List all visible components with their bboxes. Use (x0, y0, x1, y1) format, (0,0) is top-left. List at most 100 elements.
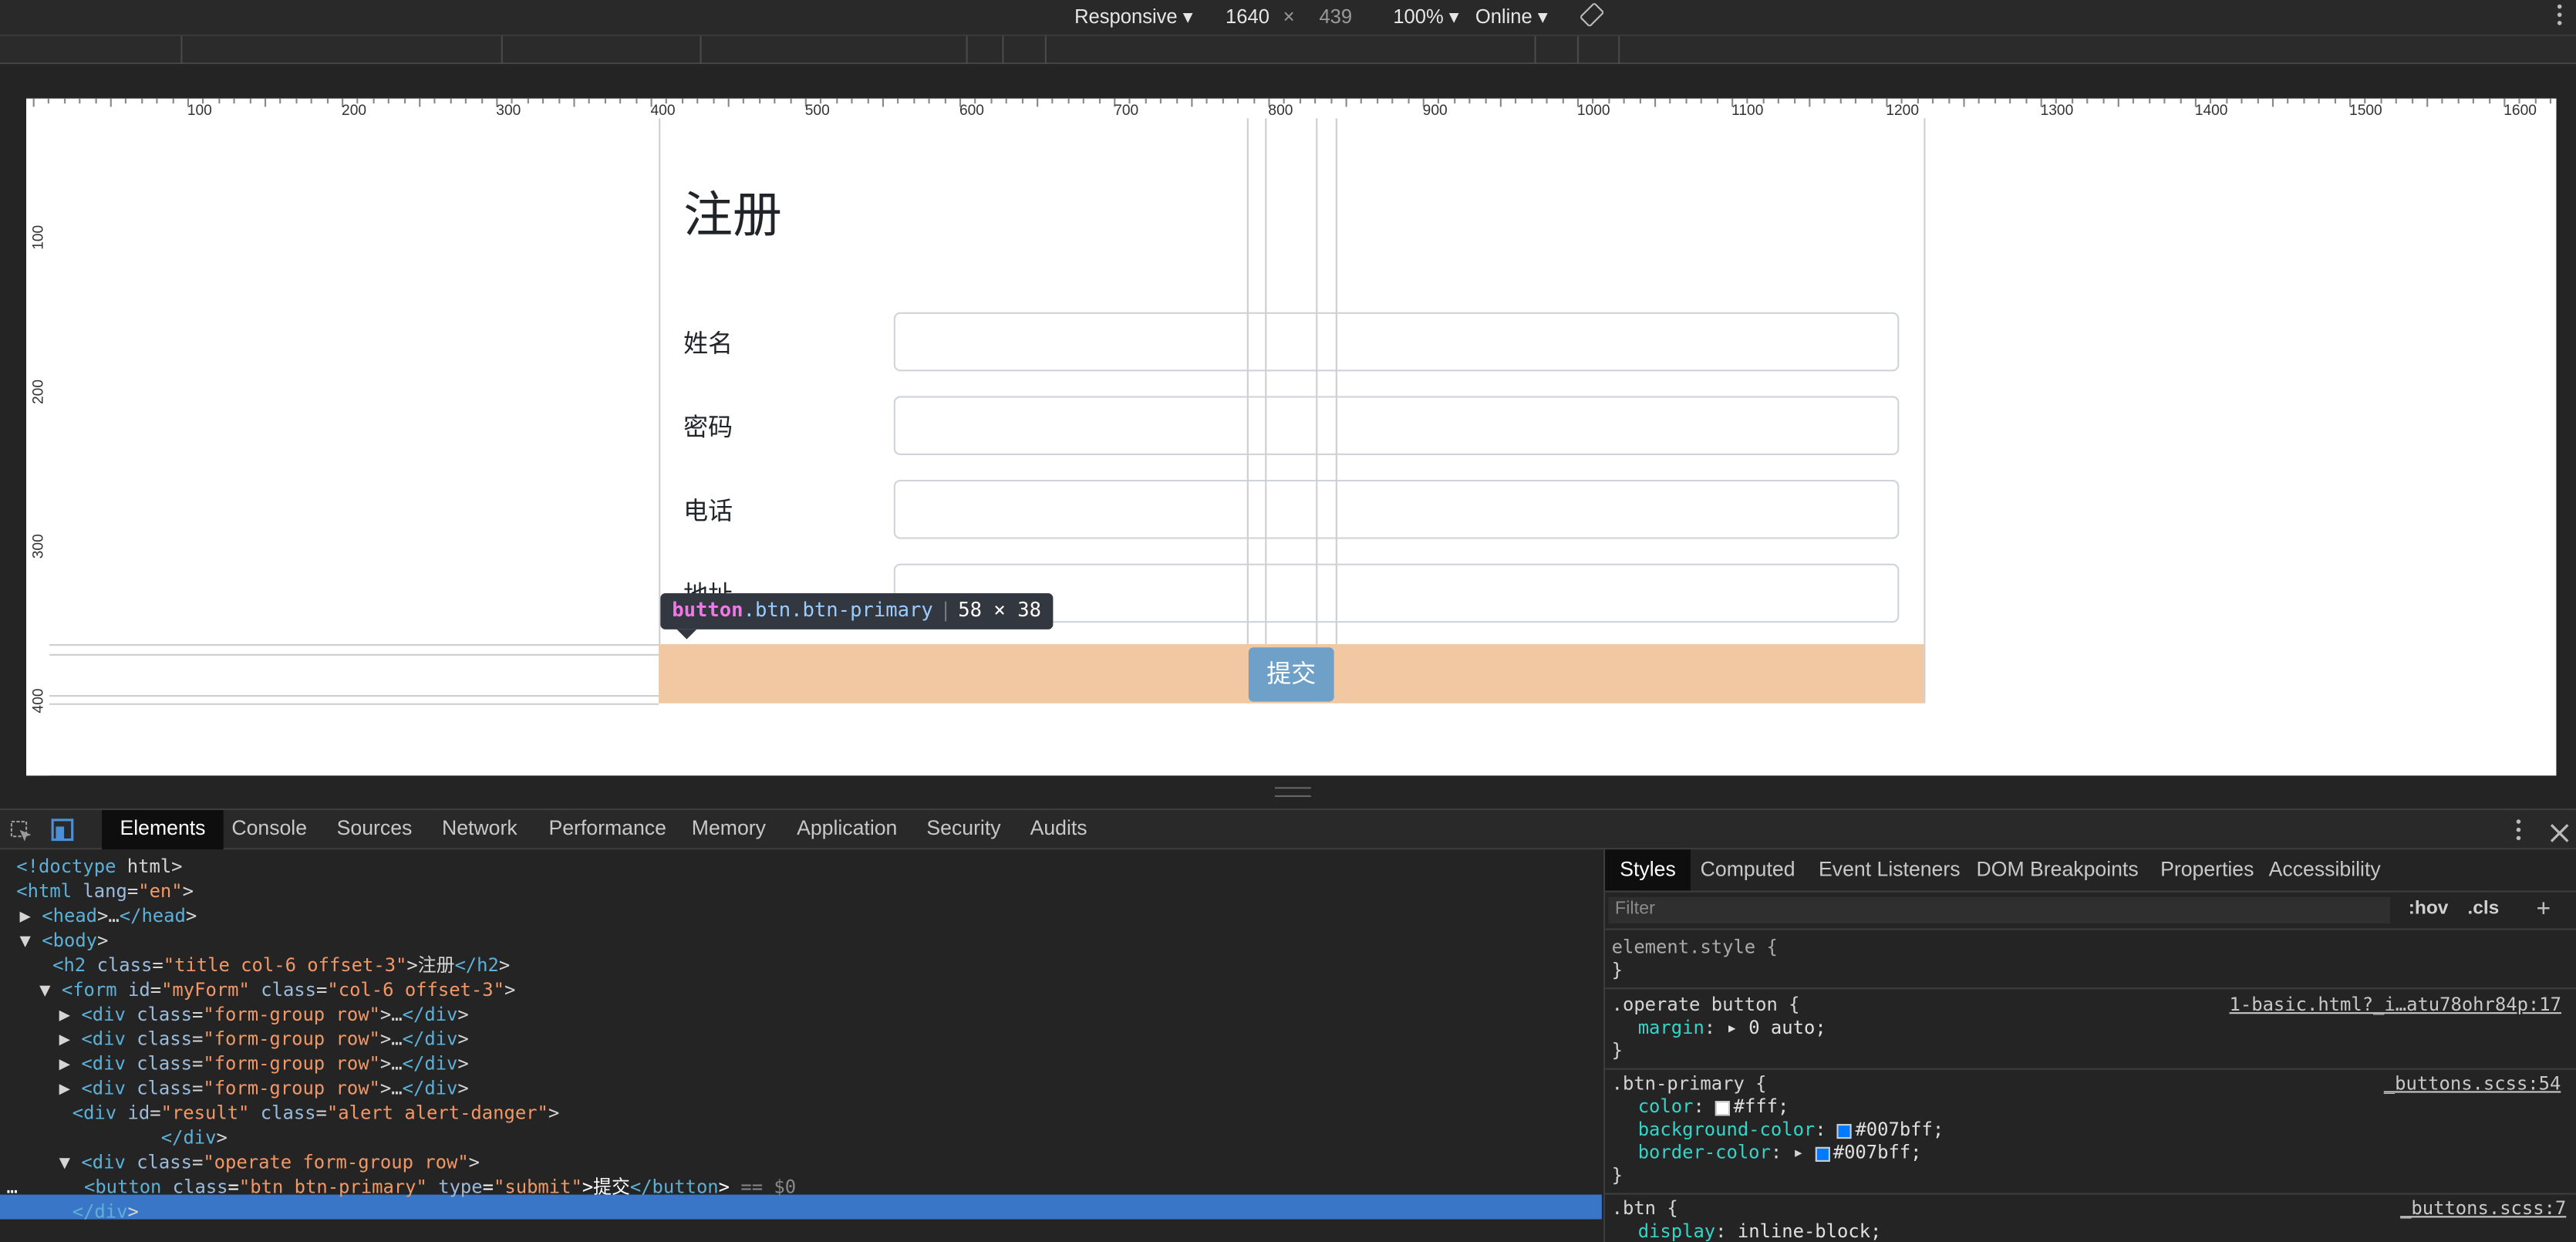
tooltip-tag: button (672, 598, 743, 622)
tab-audits[interactable]: Audits (1030, 817, 1087, 840)
tab-elements[interactable]: Elements (102, 810, 224, 850)
ruler-tick (2241, 98, 2243, 104)
ruler-tick (419, 98, 421, 107)
ruler-tick (2117, 98, 2119, 107)
primary-swatch[interactable] (1815, 1146, 1830, 1161)
ruler-tick (2163, 98, 2166, 104)
styles-tab-accessibility[interactable]: Accessibility (2269, 858, 2381, 881)
tab-application[interactable]: Application (797, 817, 897, 840)
ruler-tick (1468, 98, 1471, 104)
ruler-tick (1654, 98, 1657, 107)
ruler-label: 1400 (2194, 102, 2228, 119)
password-input[interactable] (893, 396, 1900, 456)
btn-primary-source-link[interactable]: _buttons.scss:54 (2384, 1073, 2561, 1096)
operate-source-link[interactable]: 1-basic.html?_i…atu78ohr84p:17 (2230, 994, 2561, 1018)
styles-tab-styles[interactable]: Styles (1605, 849, 1691, 891)
ruler-tick (2133, 98, 2135, 104)
rotate-icon[interactable] (1580, 2, 1604, 31)
tab-console[interactable]: Console (231, 817, 307, 840)
phone-input[interactable] (893, 479, 1900, 539)
dom-node[interactable]: ▶ <div class="form-group row">…</div> (59, 1002, 469, 1027)
dom-node[interactable]: </div> (72, 1200, 139, 1224)
devtools-menu-icon[interactable] (2514, 817, 2524, 850)
close-devtools-icon[interactable] (2550, 818, 2570, 849)
dom-node[interactable]: ▼ <form id="myForm" class="col-6 offset-… (39, 977, 515, 1002)
ruler-label: 900 (1422, 102, 1448, 119)
device-select[interactable]: Responsive ▾ (1074, 5, 1193, 28)
dom-node[interactable]: <h2 class="title col-6 offset-3">注册</h2> (52, 953, 510, 977)
white-swatch[interactable] (1715, 1100, 1731, 1115)
ruler-tick (619, 98, 622, 104)
more-options-icon[interactable] (2554, 2, 2564, 32)
dom-node[interactable]: </div> (161, 1126, 228, 1150)
ruler-tick (264, 98, 267, 107)
viewport-width-input[interactable]: 1640 (1226, 5, 1269, 28)
display-declaration[interactable]: display: inline-block; (1638, 1221, 1882, 1242)
dom-node-selected[interactable]: … <button class="btn btn-primary" type="… (7, 1175, 797, 1200)
styles-tab-properties[interactable]: Properties (2160, 858, 2254, 881)
ruler-tick (1006, 98, 1008, 104)
class-toggle[interactable]: .cls (2467, 899, 2499, 919)
dom-node[interactable]: ▼ <body> (20, 929, 109, 953)
background-color-declaration[interactable]: background-color: #007bff; (1638, 1119, 1944, 1142)
submit-button[interactable]: 提交 (1248, 647, 1334, 702)
ruler-tick (1237, 98, 1239, 104)
resize-handle[interactable] (1274, 787, 1311, 798)
btn-source-link[interactable]: _buttons.scss:7 (2400, 1198, 2566, 1221)
viewport-height-input[interactable]: 439 (1319, 5, 1352, 28)
add-rule-icon[interactable]: + (2537, 896, 2551, 922)
ruler-label: 1000 (1576, 102, 1610, 119)
ruler-tick (2442, 98, 2444, 104)
dom-node[interactable]: ▶ <head>…</head> (20, 904, 197, 929)
guide-line (1246, 98, 1249, 704)
hover-state-toggle[interactable]: :hov (2409, 899, 2449, 919)
tab-memory[interactable]: Memory (692, 817, 766, 840)
ruler-tick (32, 98, 35, 107)
dom-node[interactable]: <html lang="en"> (16, 879, 194, 904)
ruler-tick (233, 98, 236, 104)
dom-node[interactable]: <!doctype html> (16, 855, 182, 879)
ruler-tick (2271, 98, 2274, 107)
ruler-tick (1037, 98, 1039, 107)
ruler-tick (1330, 98, 1332, 104)
guide-line (1265, 98, 1267, 704)
styles-panel: Styles Computed Event Listeners DOM Breakpo… (1603, 849, 2576, 1242)
styles-filter-input[interactable]: Filter (1608, 897, 2391, 924)
ruler-tick (326, 98, 329, 104)
ruler-tick (2009, 98, 2011, 104)
tab-network[interactable]: Network (442, 817, 518, 840)
media-query-bar[interactable] (0, 35, 2576, 65)
elements-panel[interactable]: <!doctype html> <html lang="en"> ▶ <head>…… (0, 849, 1602, 1242)
styles-tab-computed[interactable]: Computed (1701, 858, 1795, 881)
dom-node[interactable]: ▶ <div class="form-group row">…</div> (59, 1027, 469, 1051)
guide-line (26, 643, 659, 646)
dom-node[interactable]: ▶ <div class="form-group row">…</div> (59, 1076, 469, 1101)
name-input[interactable] (893, 312, 1900, 372)
styles-tab-dom-breakpoints[interactable]: DOM Breakpoints (1977, 858, 2139, 881)
ruler-tick (79, 98, 81, 104)
tab-sources[interactable]: Sources (337, 817, 413, 840)
zoom-select[interactable]: 100% ▾ (1393, 5, 1458, 28)
color-declaration[interactable]: color: #fff; (1638, 1096, 1789, 1119)
primary-swatch[interactable] (1837, 1122, 1853, 1139)
rule-close: } (1611, 959, 1623, 981)
dom-node[interactable]: ▼ <div class="operate form-group row"> (59, 1150, 480, 1175)
tooltip-size: 58 × 38 (958, 598, 1041, 622)
guide-line (26, 653, 659, 656)
device-toggle-icon[interactable] (49, 817, 76, 850)
tab-security[interactable]: Security (926, 817, 1000, 840)
dom-node[interactable]: ▶ <div class="form-group row">…</div> (59, 1051, 469, 1076)
tab-performance[interactable]: Performance (548, 817, 666, 840)
styles-tab-event-listeners[interactable]: Event Listeners (1819, 858, 1961, 881)
ruler-tick (388, 98, 390, 104)
inspect-element-icon[interactable] (10, 818, 33, 849)
ruler-tick (1793, 98, 1795, 104)
ruler-tick (1191, 98, 1193, 107)
throttle-select[interactable]: Online ▾ (1475, 5, 1548, 28)
dom-node[interactable]: <div id="result" class="alert alert-dang… (72, 1101, 560, 1126)
ruler-label: 1200 (1886, 102, 1920, 119)
ruler-tick (1360, 98, 1363, 104)
border-color-declaration[interactable]: border-color: ▸ #007bff; (1638, 1142, 1922, 1165)
margin-declaration[interactable]: margin: ▸ 0 auto; (1638, 1018, 1826, 1041)
ruler-tick (1175, 98, 1178, 104)
